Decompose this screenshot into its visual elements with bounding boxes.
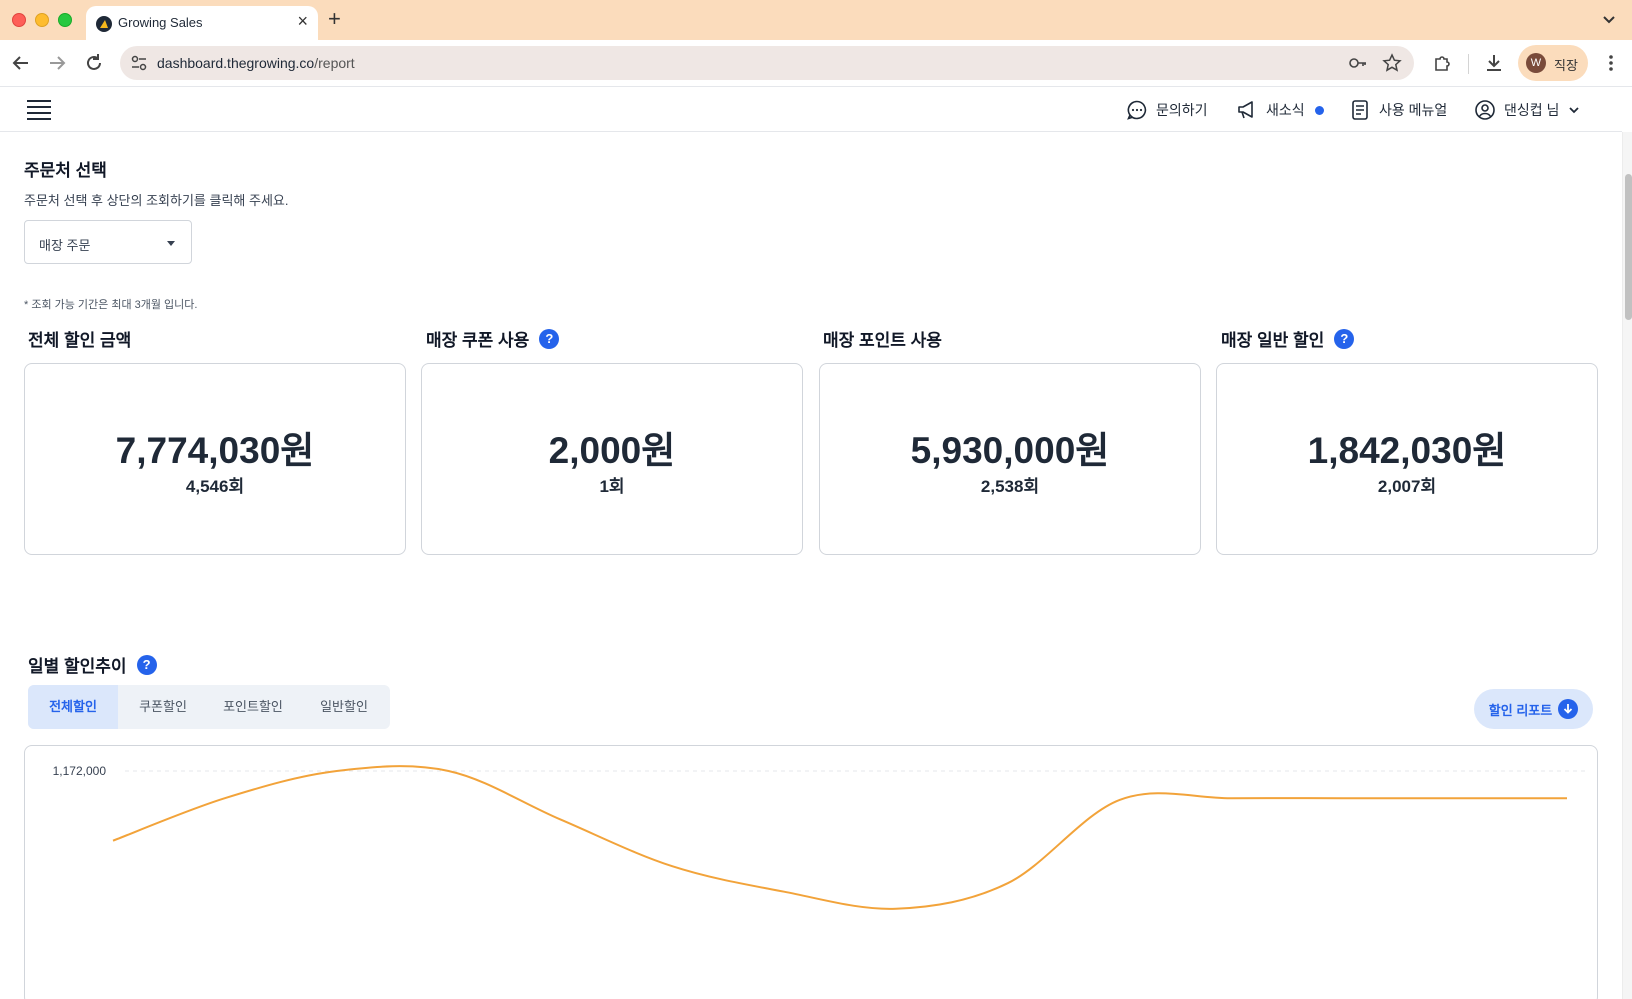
minimize-window-button[interactable] [35, 13, 49, 27]
extensions-puzzle-icon[interactable] [1432, 52, 1454, 74]
site-info-icon[interactable] [130, 54, 148, 72]
coupon-usage-label: 매장 쿠폰 사용 ? [426, 326, 560, 351]
total-discount-count: 4,546회 [185, 477, 245, 496]
coupon-usage-card: 2,000원 1회 [421, 363, 803, 555]
browser-toolbar: dashboard.thegrowing.co/report W 직장 [0, 40, 1632, 87]
user-name: 댄싱컵 님 [1504, 102, 1560, 118]
tab-all-discount[interactable]: 전체할인 [28, 685, 118, 729]
order-source-description: 주문처 선택 후 상단의 조회하기를 클릭해 주세요. [24, 193, 289, 208]
new-tab-icon[interactable]: + [328, 8, 341, 30]
y-tick-label: 1,172,000 [53, 764, 107, 778]
point-usage-label: 매장 포인트 사용 [823, 331, 942, 350]
news-label: 새소식 [1266, 102, 1305, 118]
point-usage-card: 5,930,000원 2,538회 [819, 363, 1201, 555]
url-text: dashboard.thegrowing.co/report [157, 55, 355, 71]
manual-link[interactable]: 사용 메뉴얼 [1349, 96, 1447, 124]
more-options-icon[interactable] [1601, 52, 1621, 74]
general-discount-amount: 1,842,030원 [1307, 430, 1507, 471]
maximize-window-button[interactable] [58, 13, 72, 27]
tab-coupon-discount[interactable]: 쿠폰할인 [118, 685, 208, 729]
inquiry-label: 문의하기 [1156, 102, 1208, 118]
forward-arrow-icon[interactable] [46, 52, 68, 74]
address-bar[interactable]: dashboard.thegrowing.co/report [120, 46, 1414, 80]
profile-button[interactable]: W 직장 [1518, 45, 1588, 81]
help-question-icon[interactable]: ? [1334, 328, 1355, 349]
app-header: 문의하기 새소식 사용 메뉴얼 댄싱컵 님 [0, 88, 1622, 132]
tab-point-discount[interactable]: 포인트할인 [208, 685, 298, 729]
user-circle-icon [1475, 100, 1495, 120]
download-icon [1558, 699, 1579, 719]
bookmark-star-icon[interactable] [1382, 53, 1402, 73]
point-usage-count: 2,538회 [980, 477, 1040, 496]
manual-label: 사용 메뉴얼 [1379, 102, 1448, 118]
close-window-button[interactable] [12, 13, 26, 27]
chat-bubble-icon [1127, 100, 1147, 120]
total-discount-amount: 7,774,030원 [115, 430, 315, 471]
megaphone-icon [1238, 101, 1253, 119]
reload-icon[interactable] [83, 52, 105, 74]
general-discount-label: 매장 일반 할인 ? [1221, 326, 1355, 351]
page-scrollbar[interactable] [1622, 132, 1632, 999]
discount-type-tabs: 전체할인 쿠폰할인 포인트할인 일반할인 [28, 685, 390, 729]
tab-title: Growing Sales [118, 15, 203, 30]
order-source-selected-value: 매장 주문 [39, 238, 91, 253]
user-menu[interactable]: 댄싱컵 님 [1474, 96, 1581, 124]
toolbar-separator [1468, 54, 1469, 74]
discount-report-button[interactable]: 할인 리포트 [1474, 689, 1593, 729]
line-chart: 1,172,000 [53, 764, 1587, 910]
point-usage-amount: 5,930,000원 [910, 430, 1110, 471]
caret-down-icon [167, 241, 175, 246]
back-arrow-icon[interactable] [10, 52, 32, 74]
coupon-usage-count: 1회 [599, 477, 625, 496]
scrollbar-thumb[interactable] [1625, 174, 1632, 320]
site-favicon-icon [96, 16, 112, 32]
close-tab-icon[interactable]: × [297, 12, 308, 30]
help-question-icon[interactable]: ? [136, 654, 157, 675]
coupon-usage-amount: 2,000원 [548, 430, 676, 471]
general-discount-count: 2,007회 [1377, 477, 1437, 496]
browser-tab[interactable]: Growing Sales × [86, 6, 318, 40]
order-source-select[interactable]: 매장 주문 [24, 220, 192, 264]
period-notice: * 조회 가능 기간은 최대 3개월 입니다. [24, 299, 198, 311]
chevron-down-icon [1569, 107, 1580, 114]
order-source-title: 주문처 선택 [24, 161, 107, 180]
profile-name: 직장 [1554, 58, 1578, 73]
series-line [112, 765, 1567, 910]
new-news-dot [1314, 105, 1324, 115]
general-discount-card: 1,842,030원 2,007회 [1216, 363, 1598, 555]
menu-hamburger-icon[interactable] [27, 100, 51, 120]
total-discount-label: 전체 할인 금액 [28, 331, 132, 350]
browser-tab-bar: Growing Sales × + [0, 0, 1632, 40]
password-key-icon[interactable] [1348, 54, 1368, 72]
tab-general-discount[interactable]: 일반할인 [298, 685, 390, 729]
document-icon [1352, 100, 1368, 120]
daily-trend-chart: 1,172,000 [24, 745, 1598, 999]
inquiry-link[interactable]: 문의하기 [1126, 96, 1208, 124]
daily-trend-title: 일별 할인추이 ? [28, 652, 157, 677]
tab-search-chevron-icon[interactable] [1598, 8, 1620, 30]
downloads-icon[interactable] [1483, 52, 1505, 74]
avatar: W [1526, 53, 1546, 73]
news-link[interactable]: 새소식 [1236, 96, 1324, 124]
help-question-icon[interactable]: ? [539, 328, 560, 349]
total-discount-card: 7,774,030원 4,546회 [24, 363, 406, 555]
